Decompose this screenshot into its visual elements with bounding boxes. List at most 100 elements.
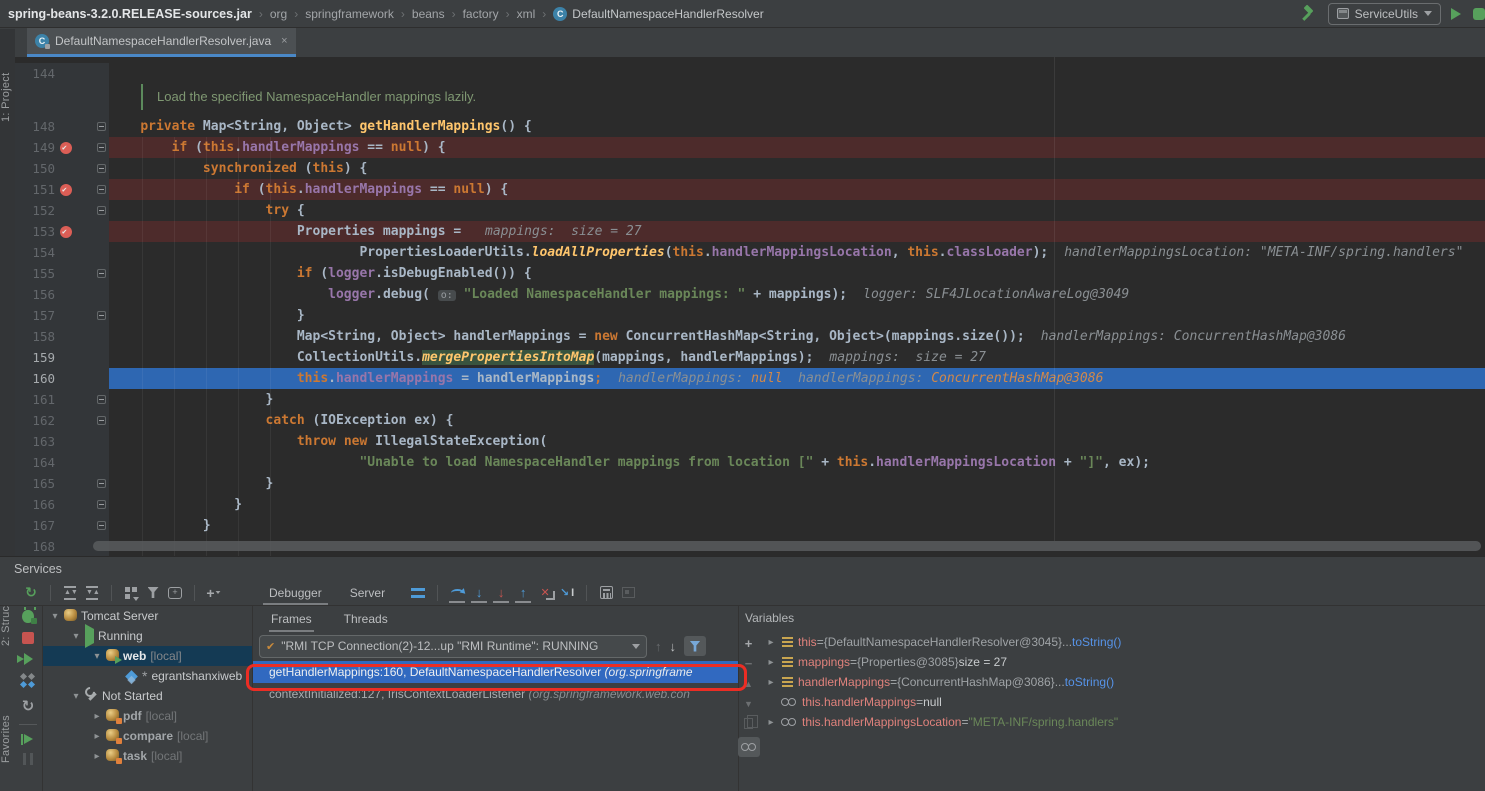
breakpoint-icon[interactable] [60, 226, 72, 238]
tree-item-tomcat-server[interactable]: ▾Tomcat Server [43, 606, 252, 626]
run-button[interactable] [1451, 8, 1461, 20]
chevron-right-icon[interactable]: ▸ [764, 717, 778, 728]
line-number[interactable]: 163 [15, 431, 55, 452]
fold-marker-icon[interactable] [97, 500, 106, 509]
line-number[interactable]: 144 [15, 63, 55, 84]
tool-button-favorites[interactable]: Favorites [0, 696, 14, 782]
move-down-icon[interactable]: ▼ [744, 698, 753, 710]
variable-row-this-handlerMappingsLocation[interactable]: ▸this.handlerMappingsLocation = "META-IN… [758, 712, 1485, 732]
tree-item-pdf[interactable]: ▸pdf[local] [43, 706, 252, 726]
fold-marker-icon[interactable] [97, 269, 106, 278]
fold-marker-icon[interactable] [97, 395, 106, 404]
code-line-154[interactable]: 154 PropertiesLoaderUtils.loadAllPropert… [15, 242, 1485, 263]
layout-settings-icon[interactable] [622, 587, 635, 598]
move-up-icon[interactable]: ▲ [744, 678, 753, 690]
tostring-link[interactable]: toString() [1072, 635, 1121, 649]
chevron-right-icon[interactable]: ▸ [90, 711, 104, 722]
remove-watch-icon[interactable]: − [745, 658, 753, 670]
code-line-157[interactable]: 157 } [15, 305, 1485, 326]
code-line-149[interactable]: 149 if (this.handlerMappings == null) { [15, 137, 1485, 158]
tab-threads[interactable]: Threads [342, 608, 390, 630]
view-breakpoints-icon[interactable] [21, 674, 35, 688]
line-number[interactable]: 160 [15, 368, 55, 389]
chevron-right-icon[interactable]: ▸ [90, 751, 104, 762]
line-number[interactable]: 150 [15, 158, 55, 179]
code-line-152[interactable]: 152 try { [15, 200, 1485, 221]
line-number[interactable]: 161 [15, 389, 55, 410]
step-out-icon[interactable]: ↑ [520, 585, 527, 600]
line-number[interactable]: 149 [15, 137, 55, 158]
line-number[interactable]: 154 [15, 242, 55, 263]
stack-frame-row[interactable]: getHandlerMappings:160, DefaultNamespace… [253, 661, 738, 683]
fold-marker-icon[interactable] [97, 206, 106, 215]
chevron-right-icon[interactable]: ▸ [90, 731, 104, 742]
resume-icon[interactable] [24, 653, 33, 665]
chevron-right-icon[interactable]: ▸ [764, 637, 778, 648]
line-number[interactable]: 153 [15, 221, 55, 242]
code-line-162[interactable]: 162 catch (IOException ex) { [15, 410, 1485, 431]
breadcrumb-leaf[interactable]: C DefaultNamespaceHandlerResolver [553, 7, 763, 21]
next-frame-icon[interactable]: ↓ [670, 639, 677, 654]
fold-marker-icon[interactable] [97, 185, 106, 194]
variable-row-mappings[interactable]: ▸mappings = {Properties@3085} size = 27 [758, 652, 1485, 672]
build-hammer-icon[interactable] [1302, 6, 1318, 22]
code-editor[interactable]: 144Load the specified NamespaceHandler m… [15, 57, 1485, 556]
code-line-151[interactable]: 151 if (this.handlerMappings == null) { [15, 179, 1485, 200]
line-number[interactable]: 158 [15, 326, 55, 347]
fold-marker-icon[interactable] [97, 521, 106, 530]
close-icon[interactable]: × [281, 35, 287, 47]
show-watches-icon[interactable] [738, 737, 760, 757]
code-line-166[interactable]: 166 } [15, 494, 1485, 515]
tab-debugger[interactable]: Debugger [255, 580, 336, 605]
code-line-159[interactable]: 159 CollectionUtils.mergePropertiesIntoM… [15, 347, 1485, 368]
group-by-icon[interactable] [125, 587, 137, 599]
line-number[interactable]: 166 [15, 494, 55, 515]
line-number[interactable]: 168 [15, 536, 55, 556]
stack-frame-row[interactable]: contextInitialized:127, IrisContextLoade… [253, 683, 738, 705]
step-into-icon[interactable]: ↓ [476, 585, 483, 600]
tree-item-compare[interactable]: ▸compare[local] [43, 726, 252, 746]
fold-marker-icon[interactable] [97, 143, 106, 152]
editor-tab[interactable]: C DefaultNamespaceHandlerResolver.java × [27, 28, 296, 54]
drop-frame-icon[interactable]: ✕ [540, 586, 549, 599]
expand-all-icon[interactable]: ▲▼ [64, 586, 76, 600]
breadcrumb-item[interactable]: org [270, 7, 287, 21]
evaluate-expression-icon[interactable] [600, 586, 613, 599]
variable-row-this-handlerMappings[interactable]: this.handlerMappings = null [758, 692, 1485, 712]
breadcrumb-item[interactable]: beans [412, 7, 445, 21]
chevron-down-icon[interactable]: ▾ [69, 691, 83, 702]
line-number[interactable]: 164 [15, 452, 55, 473]
plus-icon[interactable]: + [206, 587, 214, 599]
run-to-cursor-icon[interactable]: ↘ [560, 586, 574, 599]
tab-frames[interactable]: Frames [269, 608, 314, 630]
debug-button-partial[interactable] [1473, 8, 1485, 20]
code-line-160[interactable]: 160 this.handlerMappings = handlerMappin… [15, 368, 1485, 389]
step-over-icon[interactable] [451, 589, 464, 597]
code-line-155[interactable]: 155 if (logger.isDebugEnabled()) { [15, 263, 1485, 284]
tool-button-project[interactable]: 1: Project [0, 42, 14, 152]
chevron-right-icon[interactable]: ▸ [764, 677, 778, 688]
fold-marker-icon[interactable] [97, 479, 106, 488]
previous-frame-icon[interactable]: ↑ [655, 639, 662, 654]
line-number[interactable]: 159 [15, 347, 55, 368]
tostring-link[interactable]: toString() [1065, 675, 1114, 689]
line-number[interactable]: 155 [15, 263, 55, 284]
code-line-164[interactable]: 164 "Unable to load NamespaceHandler map… [15, 452, 1485, 473]
code-line-150[interactable]: 150 synchronized (this) { [15, 158, 1485, 179]
breadcrumb-item[interactable]: xml [517, 7, 536, 21]
hamburger-icon[interactable] [411, 588, 425, 598]
line-number[interactable]: 167 [15, 515, 55, 536]
stop-icon[interactable] [22, 632, 34, 644]
show-execution-point-icon[interactable] [24, 734, 33, 744]
code-line-163[interactable]: 163 throw new IllegalStateException( [15, 431, 1485, 452]
code-line-156[interactable]: 156 logger.debug( o: "Loaded NamespaceHa… [15, 284, 1485, 305]
horizontal-scrollbar[interactable] [93, 541, 1481, 551]
line-number[interactable]: 151 [15, 179, 55, 200]
code-line-161[interactable]: 161 } [15, 389, 1485, 410]
add-watch-icon[interactable]: + [745, 638, 753, 650]
refresh-icon[interactable]: ↻ [22, 697, 35, 715]
fold-marker-icon[interactable] [97, 311, 106, 320]
services-panel-header[interactable]: Services [0, 556, 1485, 580]
chevron-down-icon[interactable]: ▾ [69, 631, 83, 642]
line-number[interactable]: 165 [15, 473, 55, 494]
